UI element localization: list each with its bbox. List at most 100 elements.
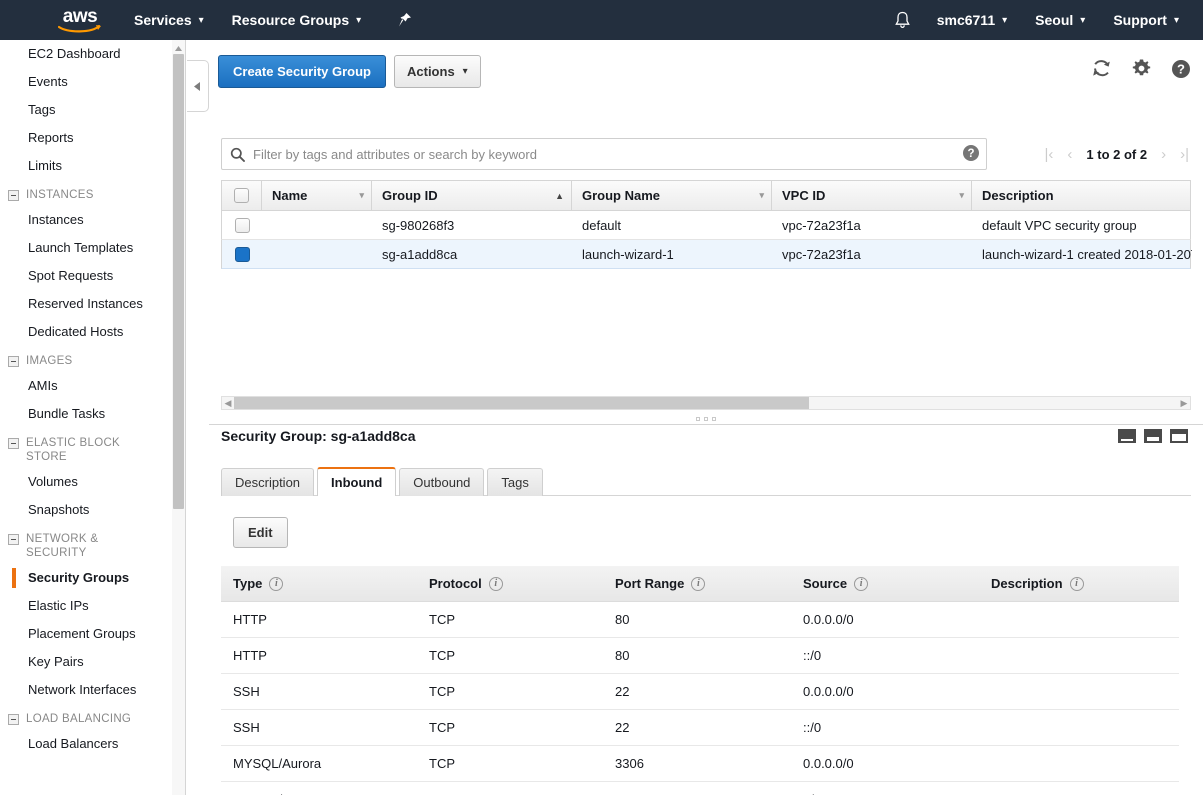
sidebar-group-network-security[interactable]: NETWORK & SECURITY (0, 524, 170, 564)
collapse-toggle-icon[interactable] (8, 190, 19, 201)
tab-tags[interactable]: Tags (487, 468, 543, 496)
table-row[interactable]: sg-a1add8ca launch-wizard-1 vpc-72a23f1a la… (221, 240, 1192, 269)
row-checkbox[interactable] (234, 246, 250, 262)
sidebar-group-images[interactable]: IMAGES (0, 346, 170, 372)
sidebar-item-security-groups[interactable]: Security Groups (0, 564, 170, 592)
hscroll-track[interactable] (234, 397, 1178, 409)
nav-region-menu[interactable]: Seoul ▾ (1021, 0, 1099, 40)
pagination-next-button[interactable]: › (1161, 146, 1166, 163)
sidebar-item-bundle-tasks[interactable]: Bundle Tasks (0, 400, 170, 428)
sidebar-item-reserved-instances[interactable]: Reserved Instances (0, 290, 170, 318)
collapse-toggle-icon[interactable] (8, 534, 19, 545)
edit-rules-button[interactable]: Edit (233, 517, 288, 548)
tab-description[interactable]: Description (221, 468, 315, 496)
sidebar-item-snapshots[interactable]: Snapshots (0, 496, 170, 524)
info-icon[interactable]: i (691, 576, 706, 591)
sidebar-item-key-pairs[interactable]: Key Pairs (0, 648, 170, 676)
filter-input-wrapper[interactable]: ? (221, 138, 987, 170)
sidebar-item-ec2-dashboard[interactable]: EC2 Dashboard (0, 40, 170, 68)
select-all-checkbox[interactable] (234, 188, 249, 203)
pagination-first-button[interactable]: |‹ (1045, 146, 1054, 163)
sidebar-item-amis[interactable]: AMIs (0, 372, 170, 400)
actions-button[interactable]: Actions ▾ (394, 55, 481, 88)
pin-icon[interactable] (385, 0, 424, 40)
table-horizontal-scrollbar[interactable]: ◀ ▶ (221, 396, 1191, 410)
sidebar-item-spot-requests[interactable]: Spot Requests (0, 262, 170, 290)
rule-cell-source: ::/0 (803, 720, 822, 735)
sidebar-item-instances[interactable]: Instances (0, 206, 170, 234)
column-header-group-id[interactable]: Group ID ▲ (372, 181, 572, 210)
info-icon[interactable]: i (1069, 576, 1084, 591)
bell-icon[interactable] (882, 11, 923, 30)
panel-size-small-icon[interactable] (1118, 429, 1136, 443)
panel-size-controls (1118, 429, 1188, 443)
collapse-toggle-icon[interactable] (8, 356, 19, 367)
row-checkbox-cell[interactable] (222, 240, 262, 268)
cell-vpc-id: vpc-72a23f1a (782, 246, 861, 262)
column-header-description[interactable]: Description (972, 181, 1192, 210)
help-circle-icon[interactable]: ? (1171, 59, 1191, 79)
select-all-header[interactable] (222, 181, 262, 210)
pagination-last-button[interactable]: ›| (1180, 146, 1189, 163)
info-icon[interactable]: i (488, 576, 503, 591)
aws-logo[interactable]: aws (40, 7, 120, 33)
refresh-icon[interactable] (1091, 58, 1112, 79)
sort-caret-icon[interactable]: ▾ (759, 190, 764, 201)
scroll-left-arrow-icon[interactable]: ◀ (222, 398, 234, 409)
collapse-toggle-icon[interactable] (8, 438, 19, 449)
sort-ascending-icon[interactable]: ▲ (555, 191, 564, 201)
sidebar-item-network-interfaces[interactable]: Network Interfaces (0, 676, 170, 704)
sidebar-item-load-balancers[interactable]: Load Balancers (0, 730, 170, 758)
hscroll-thumb[interactable] (234, 397, 809, 409)
sidebar-item-elastic-ips[interactable]: Elastic IPs (0, 592, 170, 620)
sidebar-group-elastic-block-store[interactable]: ELASTIC BLOCK STORE (0, 428, 170, 468)
sidebar-items-container: EC2 Dashboard Events Tags Reports Limits INST… (0, 40, 170, 758)
panel-resize-handle[interactable] (209, 414, 1203, 424)
svg-text:?: ? (1177, 61, 1185, 76)
sidebar-group-load-balancing[interactable]: LOAD BALANCING (0, 704, 170, 730)
sidebar-item-dedicated-hosts[interactable]: Dedicated Hosts (0, 318, 170, 346)
column-header-vpc-id[interactable]: VPC ID ▾ (772, 181, 972, 210)
rules-column-header-port-range: Port Range i (603, 576, 791, 591)
sort-caret-icon[interactable]: ▾ (959, 190, 964, 201)
sidebar-item-placement-groups[interactable]: Placement Groups (0, 620, 170, 648)
sidebar-item-limits[interactable]: Limits (0, 152, 170, 180)
info-icon[interactable]: i (269, 576, 284, 591)
cell-group-id: sg-980268f3 (382, 217, 455, 233)
sidebar-collapse-button[interactable] (187, 60, 209, 112)
row-checkbox-cell[interactable] (222, 211, 262, 239)
sidebar-item-tags[interactable]: Tags (0, 96, 170, 124)
collapse-toggle-icon[interactable] (8, 714, 19, 725)
nav-support-menu[interactable]: Support ▾ (1099, 0, 1193, 40)
sidebar-item-reports[interactable]: Reports (0, 124, 170, 152)
panel-size-large-icon[interactable] (1170, 429, 1188, 443)
panel-size-medium-icon[interactable] (1144, 429, 1162, 443)
nav-resource-groups[interactable]: Resource Groups ▾ (218, 0, 376, 40)
info-icon[interactable]: i (854, 576, 869, 591)
create-security-group-button[interactable]: Create Security Group (218, 55, 386, 88)
pagination-range-label: 1 to 2 of 2 (1086, 146, 1148, 162)
sidebar-scrollbar[interactable] (172, 40, 185, 795)
pagination-prev-button[interactable]: ‹ (1067, 146, 1072, 163)
filter-help-icon[interactable]: ? (962, 144, 980, 162)
scroll-right-arrow-icon[interactable]: ▶ (1178, 398, 1190, 409)
column-header-group-name[interactable]: Group Name ▾ (572, 181, 772, 210)
nav-services[interactable]: Services ▾ (120, 0, 218, 40)
scroll-up-arrow-icon[interactable] (174, 44, 183, 53)
sidebar-item-volumes[interactable]: Volumes (0, 468, 170, 496)
column-header-name[interactable]: Name ▾ (262, 181, 372, 210)
sidebar-item-launch-templates[interactable]: Launch Templates (0, 234, 170, 262)
nav-account-menu[interactable]: smc6711 ▾ (923, 0, 1021, 40)
sidebar-group-instances[interactable]: INSTANCES (0, 180, 170, 206)
gear-icon[interactable] (1131, 58, 1152, 79)
chevron-down-icon: ▾ (356, 14, 362, 26)
row-checkbox[interactable] (234, 217, 250, 233)
sidebar-scrollbar-thumb[interactable] (173, 54, 184, 509)
sidebar-item-events[interactable]: Events (0, 68, 170, 96)
tab-inbound[interactable]: Inbound (317, 467, 397, 497)
rules-column-header-source: Source i (791, 576, 979, 591)
sort-caret-icon[interactable]: ▾ (359, 190, 364, 201)
search-input[interactable] (253, 146, 978, 162)
table-row[interactable]: sg-980268f3 default vpc-72a23f1a default VP… (221, 211, 1191, 240)
tab-outbound[interactable]: Outbound (399, 468, 485, 496)
